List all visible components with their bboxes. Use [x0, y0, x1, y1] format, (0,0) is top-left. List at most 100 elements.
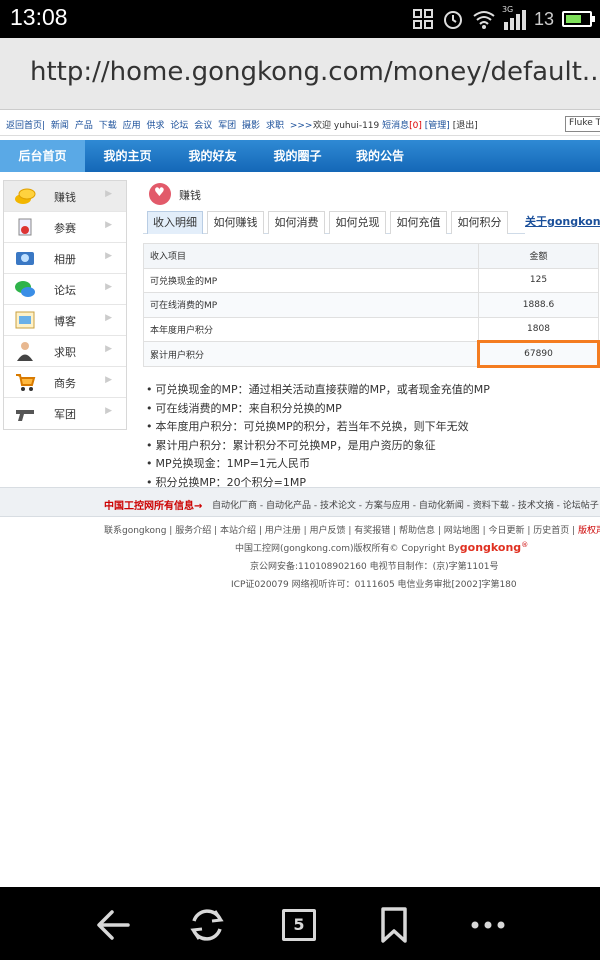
notes-list: 可兑换现金的MP：通过相关活动直接获赠的MP，或者现金充值的MP 可在线消费的M… — [146, 381, 490, 492]
forum-icon — [15, 281, 35, 297]
table-header-row: 收入项目 金额 — [143, 243, 599, 269]
sidebar-item-job[interactable]: 求职 ▶ — [4, 336, 126, 367]
messages-link[interactable]: 短消息 — [382, 121, 409, 131]
chevron-right-icon: ▶ — [105, 344, 112, 354]
search-input[interactable]: Fluke Ti — [565, 116, 600, 132]
sidebar-item-earn[interactable]: 赚钱 ▶ — [4, 181, 126, 212]
footer-category-links[interactable]: 自动化厂商 - 自动化产品 - 技术论文 - 方案与应用 - 自动化新闻 - 资… — [212, 498, 600, 511]
table-cell: 本年度用户积分 — [143, 316, 479, 343]
tab-how-spend[interactable]: 如何消费 — [268, 211, 325, 234]
table-cell: 可兑换现金的MP — [143, 267, 479, 294]
table-row: 可兑换现金的MP 125 — [143, 267, 599, 294]
sidebar-item-label: 军团 — [54, 408, 76, 421]
footer-links[interactable]: 联系gongkong | 服务介绍 | 本站介绍 | 用户注册 | 用户反馈 |… — [104, 526, 575, 536]
table-row: 本年度用户积分 1808 — [143, 316, 599, 343]
back-icon[interactable] — [92, 903, 136, 947]
sidebar-item-album[interactable]: 相册 ▶ — [4, 243, 126, 274]
table-header: 收入项目 — [143, 243, 479, 269]
tabs-count-button[interactable]: 5 — [282, 909, 316, 941]
top-link[interactable]: 求职 — [266, 121, 284, 131]
note-item: 累计用户积分：累计积分不可兑换MP，是用户资历的象征 — [146, 437, 490, 456]
note-item: 可在线消费的MP：来自积分兑换的MP — [146, 400, 490, 419]
shopping-cart-icon — [16, 374, 36, 391]
main-nav: 后台首页 我的主页 我的好友 我的圈子 我的公告 — [0, 140, 600, 172]
bookmark-icon[interactable] — [372, 903, 416, 947]
table-row: 累计用户积分 67890 — [143, 340, 600, 368]
url-text[interactable]: http://home.gongkong.com/money/default..… — [30, 57, 600, 87]
footer-line-4: ICP证020079 网络视听许可：0111605 电信业务审批[2002]字第… — [231, 580, 517, 590]
nav-my-announcements[interactable]: 我的公告 — [340, 140, 420, 172]
chevron-right-icon: ▶ — [105, 313, 112, 323]
gun-icon — [16, 410, 34, 421]
nav-admin-home[interactable]: 后台首页 — [0, 140, 85, 172]
heart-icon — [149, 183, 171, 205]
sidebar-item-forum[interactable]: 论坛 ▶ — [4, 274, 126, 305]
footer-red-label[interactable]: 中国工控网所有信息→ — [104, 497, 202, 512]
table-cell: 累计用户积分 — [143, 341, 479, 367]
footer-line-2: 中国工控网(gongkong.com)版权所有© Copyright Bygon… — [235, 541, 529, 554]
status-bar: 13:08 3G 13 — [0, 0, 600, 38]
top-link[interactable]: 会议 — [194, 121, 212, 131]
top-link[interactable]: 论坛 — [170, 121, 188, 131]
sidebar-item-contest[interactable]: 参赛 ▶ — [4, 212, 126, 243]
more-icon[interactable] — [466, 903, 510, 947]
address-bar[interactable]: http://home.gongkong.com/money/default..… — [0, 38, 600, 110]
note-item: 可兑换现金的MP：通过相关活动直接获赠的MP，或者现金充值的MP — [146, 381, 490, 400]
top-links-bar: 返回首页| 新闻 产品 下载 应用 供求 论坛 会议 军团 摄影 求职 >>> … — [0, 112, 600, 136]
status-time: 13:08 — [10, 4, 68, 30]
top-link[interactable]: 应用 — [123, 121, 141, 131]
blog-icon — [15, 311, 35, 329]
sidebar-item-label: 相册 — [54, 253, 76, 266]
tab-how-redeem[interactable]: 如何兑现 — [329, 211, 386, 234]
sidebar-item-blog[interactable]: 博客 ▶ — [4, 305, 126, 336]
welcome-text: 欢迎 — [313, 121, 332, 131]
top-link[interactable]: 返回首页| — [6, 121, 45, 131]
footer-links-bar: 中国工控网所有信息→ 自动化厂商 - 自动化产品 - 技术论文 - 方案与应用 … — [0, 487, 600, 517]
content-title: 赚钱 — [179, 189, 201, 202]
sidebar-item-legion[interactable]: 军团 ▶ — [4, 398, 126, 429]
top-link[interactable]: 供求 — [146, 121, 164, 131]
battery-percent: 13 — [533, 8, 554, 29]
note-item: 本年度用户积分：可兑换MP的积分，若当年不兑换，则下年无效 — [146, 418, 490, 437]
username: yuhui-119 — [333, 121, 380, 131]
table-cell: 1808 — [478, 316, 599, 343]
gongkong-logo: gongkong — [459, 541, 522, 554]
content-header: 赚钱 — [143, 180, 600, 208]
sidebar-item-label: 求职 — [54, 346, 76, 359]
nav-my-friends[interactable]: 我的好友 — [170, 140, 255, 172]
chevron-right-icon: ▶ — [105, 282, 112, 292]
table-row: 可在线消费的MP 1888.6 — [143, 292, 599, 318]
chevron-right-icon: ▶ — [105, 220, 112, 230]
chevron-right-icon: ▶ — [105, 406, 112, 416]
tab-about-link[interactable]: 关于gongkongM — [525, 211, 600, 234]
sidebar-item-business[interactable]: 商务 ▶ — [4, 367, 126, 398]
footer-line-1: 联系gongkong | 服务介绍 | 本站介绍 | 用户注册 | 用户反馈 |… — [104, 523, 600, 536]
nav-my-home[interactable]: 我的主页 — [85, 140, 170, 172]
site-links: 返回首页| 新闻 产品 下载 应用 供求 论坛 会议 军团 摄影 求职 >>> — [6, 118, 315, 131]
user-info: 欢迎 yuhui-119 短消息[0] [管理] [退出] — [313, 118, 478, 131]
nav-my-circles[interactable]: 我的圈子 — [255, 140, 340, 172]
top-link[interactable]: 产品 — [75, 121, 93, 131]
tab-how-recharge[interactable]: 如何充值 — [390, 211, 447, 234]
top-link[interactable]: >>> — [290, 121, 313, 131]
copyright-statement-link[interactable]: 版权声明 — [578, 526, 600, 536]
manage-link[interactable]: [管理] — [425, 121, 450, 131]
income-table: 收入项目 金额 可兑换现金的MP 125 可在线消费的MP 1888.6 本年度… — [143, 243, 600, 368]
sidebar-item-label: 论坛 — [54, 284, 76, 297]
top-link[interactable]: 军团 — [218, 121, 236, 131]
photo-album-icon — [16, 252, 34, 265]
top-link[interactable]: 新闻 — [51, 121, 69, 131]
signal-icon: 3G — [502, 5, 526, 30]
tab-how-earn[interactable]: 如何赚钱 — [207, 211, 264, 234]
logout-link[interactable]: [退出] — [453, 121, 478, 131]
sidebar: 赚钱 ▶ 参赛 ▶ 相册 ▶ 论坛 ▶ 博客 ▶ 求职 ▶ 商务 ▶ 军团 ▶ — [3, 180, 127, 430]
top-link[interactable]: 下载 — [99, 121, 117, 131]
table-cell: 1888.6 — [478, 292, 599, 318]
top-link[interactable]: 摄影 — [242, 121, 260, 131]
tab-income-detail[interactable]: 收入明细 — [147, 211, 203, 234]
alarm-icon — [443, 11, 462, 29]
refresh-icon[interactable] — [185, 903, 229, 947]
copyright-text: 中国工控网(gongkong.com)版权所有© Copyright By — [235, 544, 460, 554]
sidebar-item-label: 博客 — [54, 315, 76, 328]
tab-how-points[interactable]: 如何积分 — [451, 211, 508, 234]
